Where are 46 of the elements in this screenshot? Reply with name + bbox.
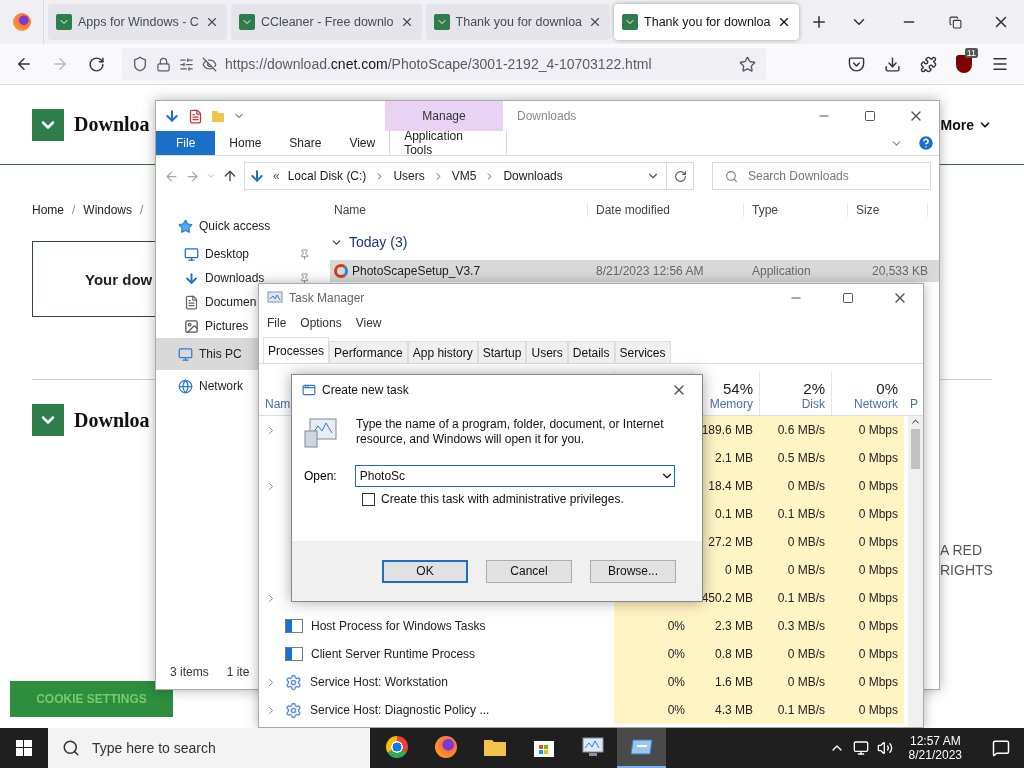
breadcrumb-separator: / — [72, 203, 76, 217]
table-cell: 0% — [614, 612, 691, 640]
table-cell: 0 Mbps — [831, 556, 904, 584]
banner-text: Your dow — [85, 270, 153, 288]
table-cell: 0 Mbps — [831, 640, 904, 668]
side-text: RIGHTS — [940, 561, 993, 580]
window-title: Downloads — [516, 108, 578, 125]
table-cell: 0.3 MB/s — [759, 612, 831, 640]
table-cell: 0 Mbps — [831, 472, 904, 500]
table-cell: 0 MB/s — [759, 472, 831, 500]
site-logo: Downloa — [74, 113, 150, 136]
table-cell: 0 Mbps — [831, 584, 904, 612]
url-text: https://download.cnet.com/PhotoScape/3001-2192_4-10703122.html — [225, 56, 653, 72]
breadcrumb-separator: / — [140, 203, 144, 217]
table-cell: 0.1 MB/s — [759, 696, 831, 724]
table-cell: 0 Mbps — [831, 612, 904, 640]
table-cell: 0 Mbps — [831, 528, 904, 556]
table-cell: 0.6 MB/s — [759, 416, 831, 444]
dialog-title: Create new task — [322, 383, 410, 397]
table-cell: 0% — [614, 696, 691, 724]
window-title: Task Manager — [289, 291, 366, 305]
table-cell: 0 Mbps — [831, 444, 904, 472]
table-cell: 0% — [614, 640, 691, 668]
dialog-message: Type the name of a program, folder, document, or Internet resource, and Windows will open it for you. — [356, 417, 665, 447]
field-label: Open: — [304, 469, 337, 483]
table-cell: 0 MB/s — [759, 640, 831, 668]
table-cell: 0% — [614, 668, 691, 696]
table-cell: 0 Mbps — [831, 416, 904, 444]
table-cell: 0 MB/s — [759, 556, 831, 584]
table-cell: 0.1 MB/s — [759, 584, 831, 612]
table-cell: 0 MB/s — [759, 528, 831, 556]
table-cell: 0 MB/s — [759, 668, 831, 696]
section-heading: Downloa — [74, 408, 150, 432]
status-text: 3 items — [170, 665, 209, 679]
table-cell: 0.5 MB/s — [759, 444, 831, 472]
table-cell: 0.1 MB/s — [759, 500, 831, 528]
table-cell: 0 Mbps — [831, 668, 904, 696]
side-text: A RED — [940, 541, 982, 560]
table-cell: 2.3 MB — [691, 612, 759, 640]
status-text: 1 ite — [226, 665, 250, 679]
table-cell: 0 Mbps — [831, 696, 904, 724]
count-badge: 11 — [964, 48, 978, 58]
table-cell: 4.3 MB — [691, 696, 759, 724]
table-cell: 1.6 MB — [691, 668, 759, 696]
table-cell: 0.8 MB — [691, 640, 759, 668]
table-cell: 0 Mbps — [831, 500, 904, 528]
